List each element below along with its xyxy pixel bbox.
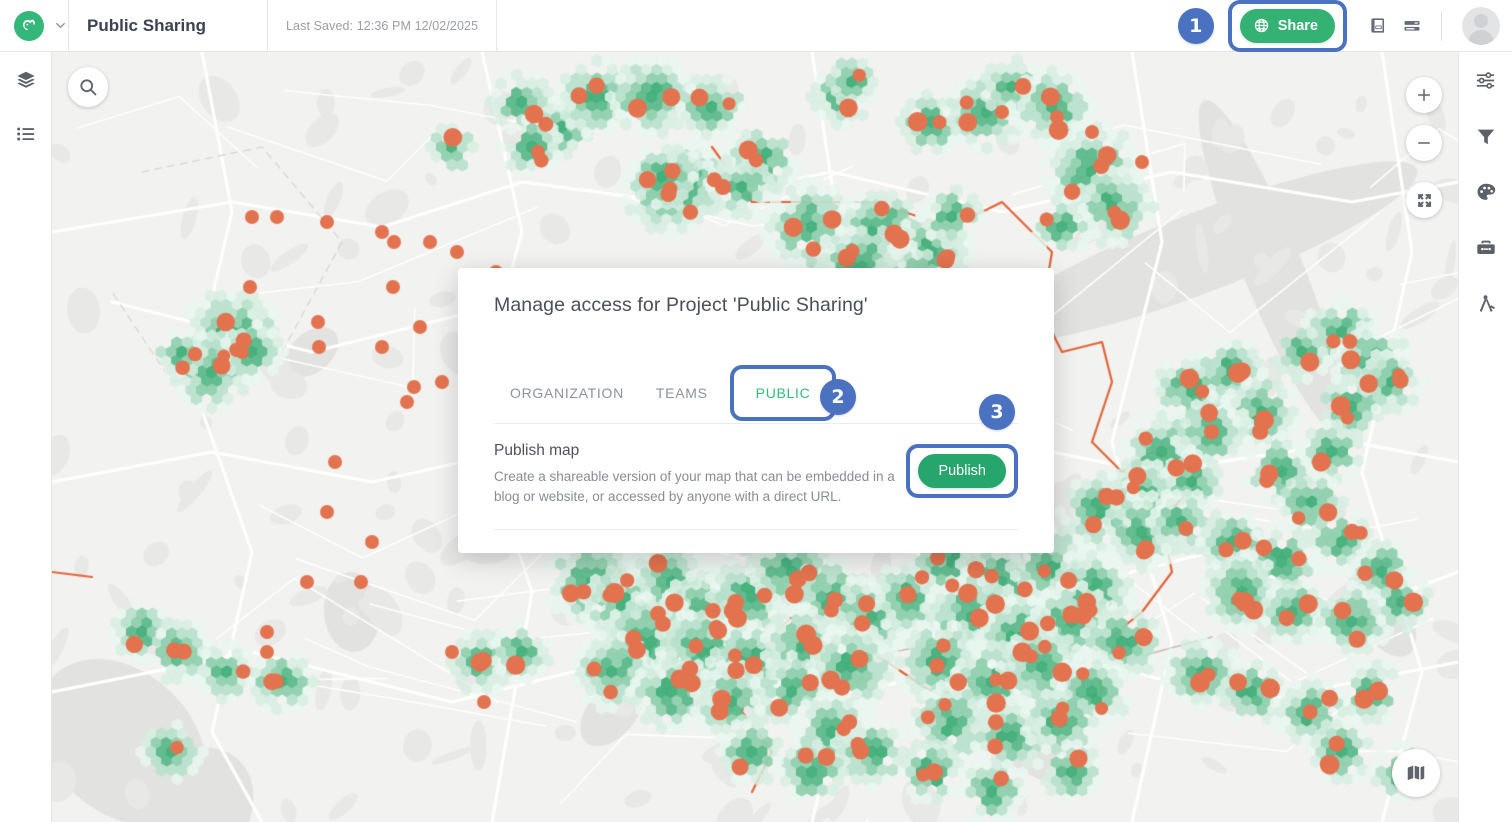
step-badge-1: 1	[1177, 7, 1214, 44]
compass-icon[interactable]	[1472, 290, 1500, 318]
fullscreen-icon[interactable]	[1406, 182, 1442, 218]
last-saved-text: Last Saved: 12:36 PM 12/02/2025	[286, 18, 479, 33]
section-divider	[494, 529, 1018, 530]
publish-button-highlight: Publish	[906, 444, 1018, 498]
share-dialog: Manage access for Project 'Public Sharin…	[458, 268, 1054, 553]
top-bar-actions: 1 Share	[1177, 0, 1512, 52]
avatar-head	[1474, 13, 1488, 28]
layers-icon[interactable]	[12, 66, 40, 94]
tab-public[interactable]: PUBLIC	[740, 373, 827, 413]
publish-map-title: Publish map	[494, 442, 580, 459]
publish-map-description: Create a shareable version of your map t…	[494, 469, 895, 504]
zoom-in-button[interactable]	[1406, 77, 1442, 113]
search-icon[interactable]	[68, 67, 108, 107]
divider	[496, 0, 498, 52]
app-root: Manage access for Project 'Public Sharin…	[0, 0, 1512, 822]
left-sidebar	[0, 52, 52, 822]
step-badge-2: 2	[820, 379, 856, 415]
globe-icon	[1253, 17, 1270, 34]
last-saved-cell: Last Saved: 12:36 PM 12/02/2025	[268, 0, 496, 52]
publish-map-text: Publish map Create a shareable version o…	[494, 442, 898, 507]
chevron-down-icon[interactable]	[53, 18, 68, 33]
list-icon[interactable]	[12, 120, 40, 148]
page-title: Public Sharing	[87, 15, 207, 35]
share-button-label: Share	[1277, 17, 1318, 34]
toolbox-icon[interactable]	[1472, 234, 1500, 262]
divider	[1441, 10, 1442, 41]
publish-map-section: Publish map Create a shareable version o…	[476, 424, 1036, 507]
top-bar: Public Sharing Last Saved: 12:36 PM 12/0…	[0, 0, 1512, 52]
project-title-cell: Public Sharing	[69, 0, 267, 52]
filter-icon[interactable]	[1472, 122, 1500, 150]
step-badge-3: 3	[979, 394, 1015, 430]
tab-organization[interactable]: ORGANIZATION	[494, 373, 640, 413]
avatar[interactable]	[1462, 6, 1500, 45]
zoom-out-button[interactable]	[1406, 125, 1442, 161]
publish-button[interactable]: Publish	[918, 454, 1006, 488]
basemap-switcher-button[interactable]	[1392, 749, 1440, 797]
palette-icon[interactable]	[1472, 178, 1500, 206]
share-button-highlight: Share	[1227, 0, 1347, 52]
legend-book-icon[interactable]	[1361, 9, 1395, 43]
share-button[interactable]: Share	[1239, 8, 1335, 43]
sliders-icon[interactable]	[1472, 66, 1500, 94]
dialog-tabs: ORGANIZATION TEAMS PUBLIC	[476, 365, 1036, 421]
brand-logo-group[interactable]	[0, 10, 68, 41]
data-table-icon[interactable]	[1395, 9, 1429, 43]
tab-teams[interactable]: TEAMS	[640, 373, 724, 413]
avatar-body	[1468, 29, 1494, 45]
right-sidebar	[1458, 52, 1512, 822]
dialog-title: Manage access for Project 'Public Sharin…	[494, 294, 868, 316]
goat-logo-icon	[14, 10, 44, 41]
